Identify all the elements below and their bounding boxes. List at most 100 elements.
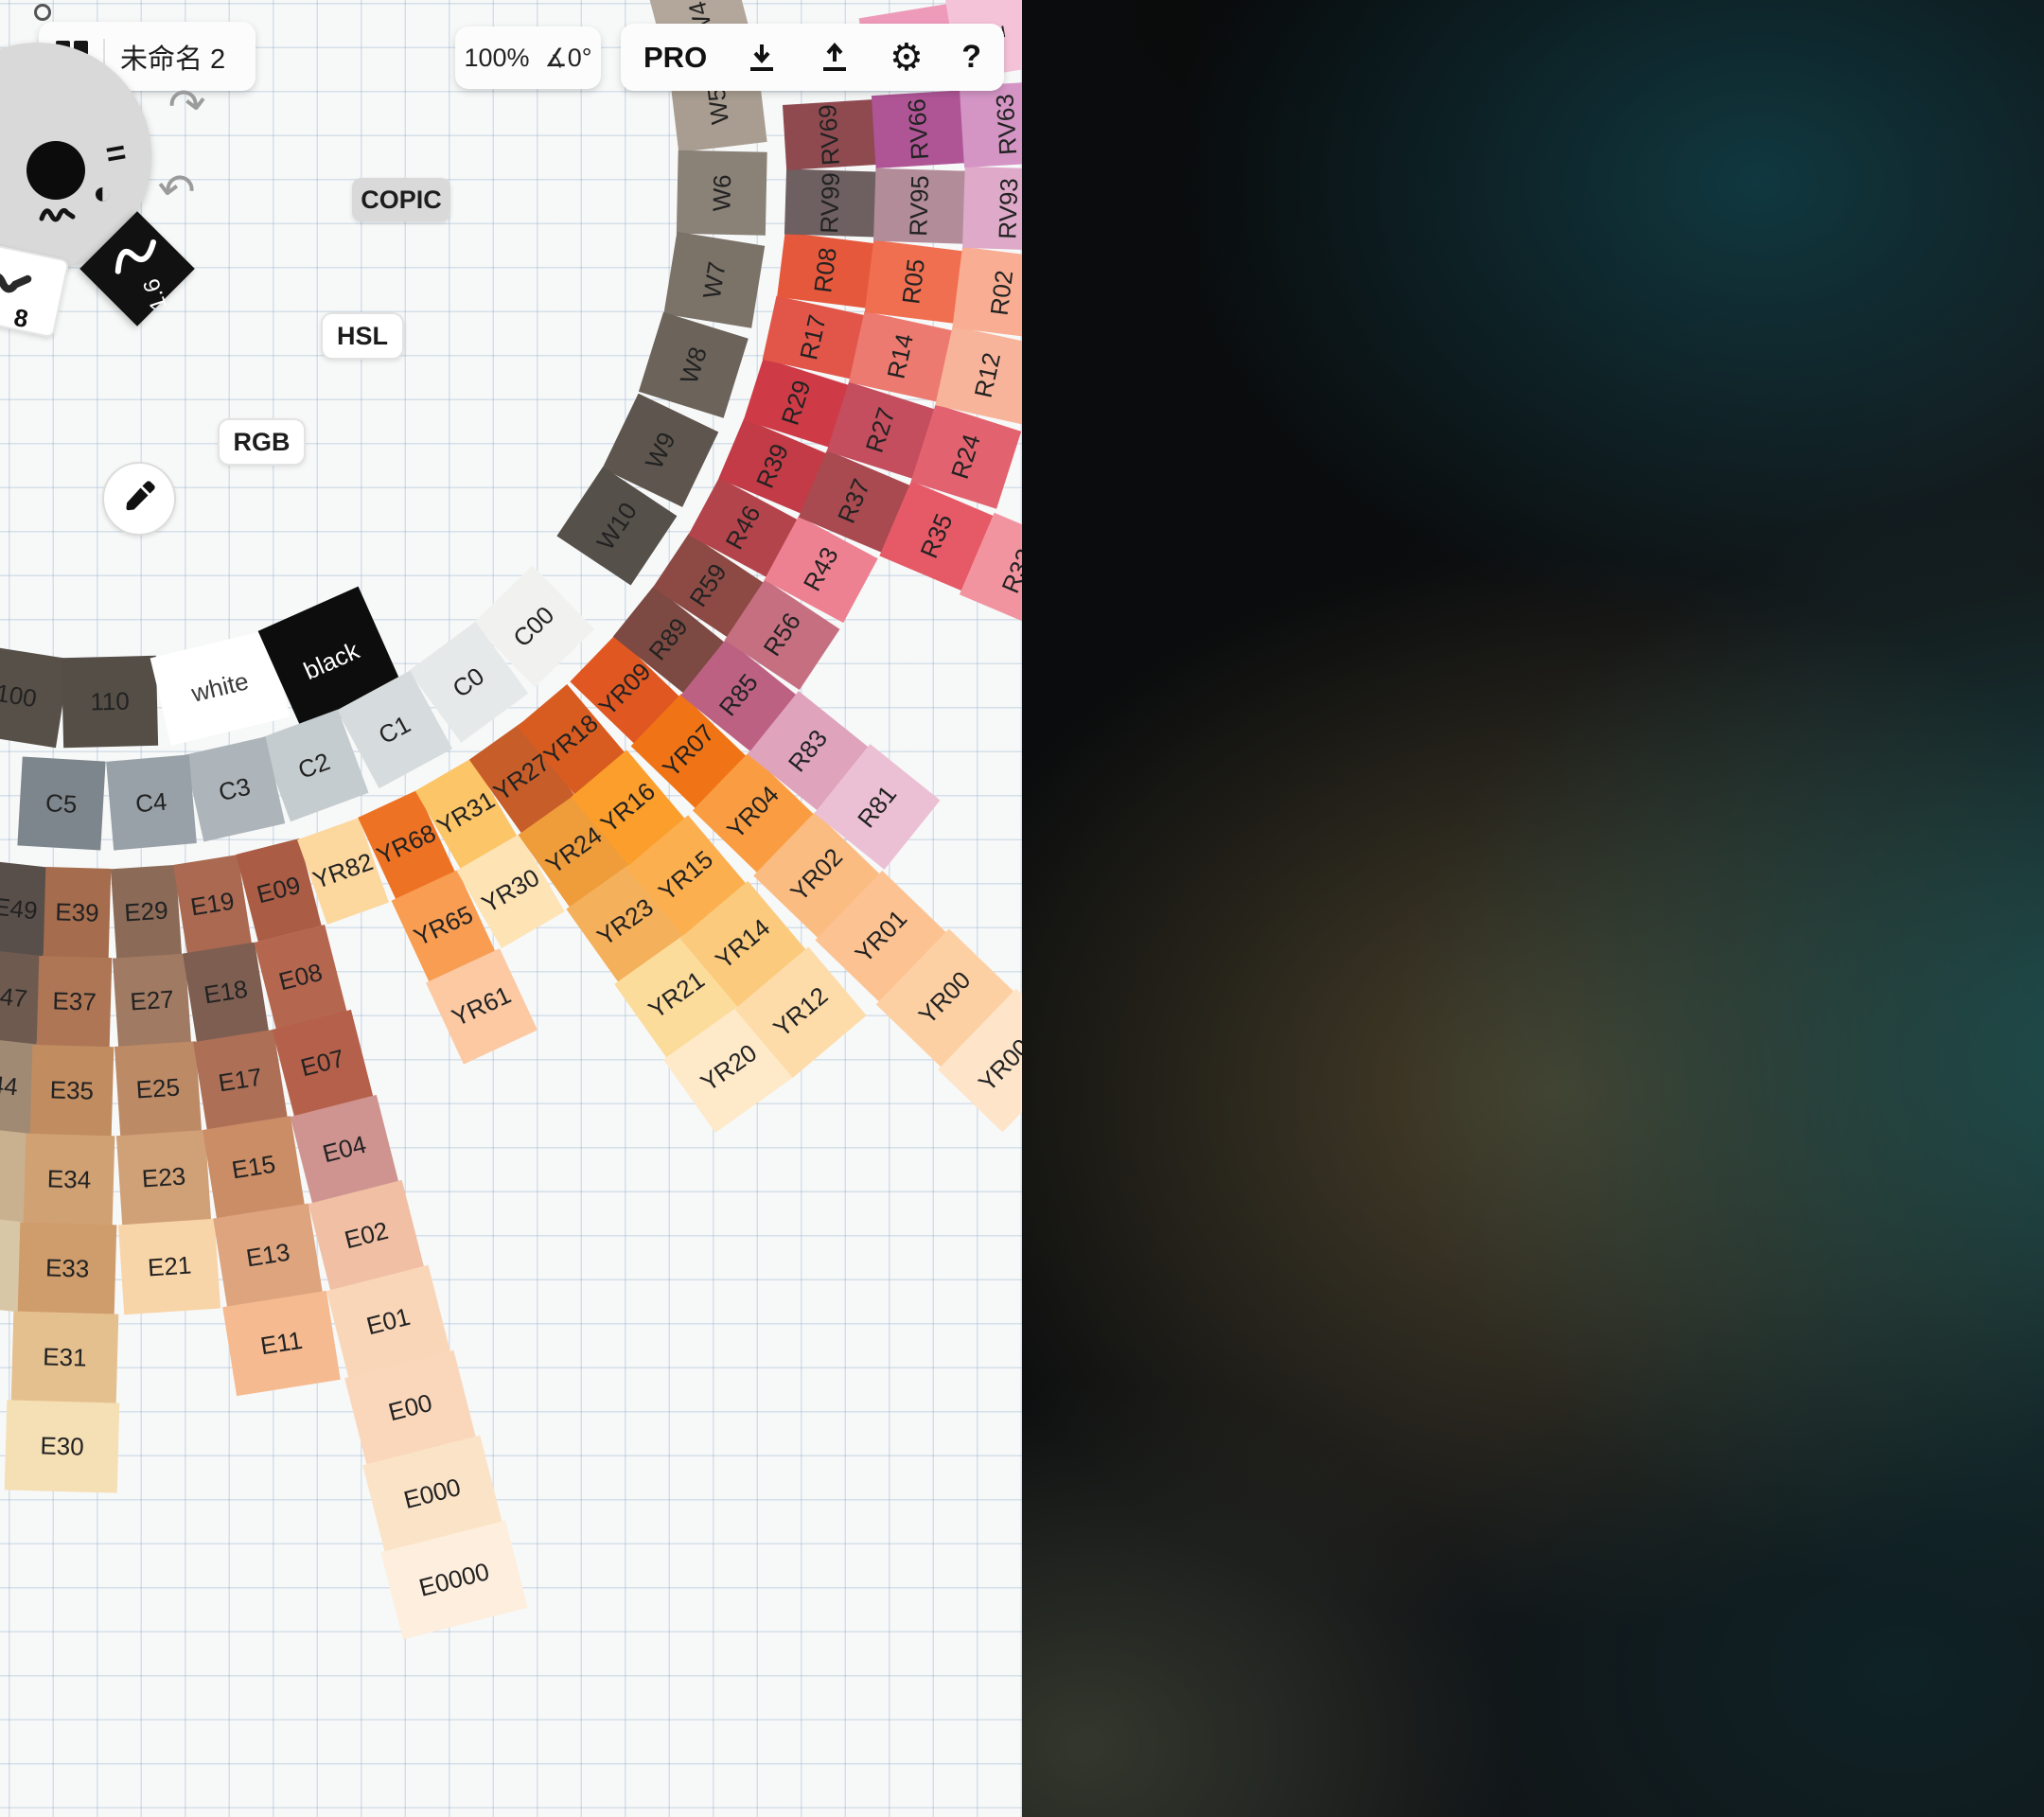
swatch-label: W7 <box>696 259 731 300</box>
copic-swatch-E23[interactable]: E23 <box>116 1130 211 1226</box>
settings-gear-icon[interactable]: ⚙ <box>890 41 924 75</box>
current-color-dot[interactable] <box>26 141 85 200</box>
copic-swatch-E34[interactable]: E34 <box>24 1134 115 1226</box>
copic-swatch-RV95[interactable]: RV95 <box>873 168 965 243</box>
copic-swatch-E15[interactable]: E15 <box>203 1117 305 1220</box>
swatch-label: R17 <box>795 312 834 362</box>
smoothing-icon[interactable] <box>38 202 79 231</box>
copic-swatch-E39[interactable]: E39 <box>44 867 112 959</box>
swatch-label: E27 <box>129 984 174 1016</box>
redo-icon[interactable]: ↷ <box>165 76 210 133</box>
swatch-label: R59 <box>683 558 732 612</box>
help-button[interactable]: ? <box>961 39 981 76</box>
copic-swatch-E17[interactable]: E17 <box>193 1030 288 1131</box>
swatch-label: YR30 <box>477 862 545 919</box>
tool-wheel[interactable]: = ◐ 1.6 8 ↷ ↶ <box>0 43 208 402</box>
copic-swatch-E33[interactable]: E33 <box>17 1223 116 1315</box>
swatch-label: E29 <box>123 895 168 927</box>
swatch-label: E37 <box>52 987 97 1017</box>
swatch-label: R32 <box>996 544 1022 597</box>
swatch-label: YR01 <box>849 904 912 968</box>
swatch-label: R29 <box>775 377 817 429</box>
copic-swatch-C4[interactable]: C4 <box>106 754 196 850</box>
copic-swatch-E31[interactable]: E31 <box>11 1311 118 1403</box>
copic-swatch-E25[interactable]: E25 <box>115 1042 202 1137</box>
zoom-level[interactable]: 100% <box>464 44 529 73</box>
swatch-label: C0 <box>447 662 489 704</box>
copic-swatch-C5[interactable]: C5 <box>18 756 106 850</box>
opacity-icon[interactable]: ◐ <box>93 175 113 212</box>
undo-icon[interactable]: ↶ <box>153 161 199 219</box>
export-icon[interactable] <box>818 41 852 75</box>
swatch-label: E19 <box>188 887 237 923</box>
swatch-label: R39 <box>750 440 795 493</box>
copic-swatch-110[interactable]: 110 <box>62 656 158 748</box>
swatch-label: E000 <box>401 1473 465 1515</box>
copic-swatch-RV66[interactable]: RV66 <box>872 90 966 168</box>
swatch-label: W9 <box>639 428 681 474</box>
copic-swatch-E18[interactable]: E18 <box>183 942 269 1042</box>
swatch-label: E0000 <box>416 1557 493 1603</box>
swatch-label: E15 <box>230 1150 278 1186</box>
eyedropper-icon <box>120 478 158 520</box>
copic-swatch-E29[interactable]: E29 <box>111 865 182 959</box>
swatch-label: E09 <box>254 871 303 909</box>
copic-swatch-RV69[interactable]: RV69 <box>783 99 876 170</box>
swatch-label: W5 <box>701 86 734 126</box>
tab-rgb[interactable]: RGB <box>218 418 306 466</box>
eyedropper-button[interactable] <box>102 462 176 536</box>
swatch-label: R02 <box>984 268 1019 316</box>
tab-copic[interactable]: COPIC <box>352 178 450 221</box>
swatch-label: E11 <box>258 1326 305 1362</box>
rotation-value[interactable]: ∡0° <box>545 44 592 73</box>
swatch-label: YR14 <box>710 912 776 975</box>
copic-swatch-E30[interactable]: E30 <box>5 1400 120 1492</box>
swatch-label: YR12 <box>767 980 834 1043</box>
copic-swatch-E27[interactable]: E27 <box>113 953 191 1048</box>
swatch-label: W8 <box>675 344 714 387</box>
copic-swatch-RV63[interactable]: RV63 <box>960 81 1022 168</box>
swatch-label: E31 <box>43 1342 87 1372</box>
swatch-label: W10 <box>590 497 643 556</box>
swatch-label: YR61 <box>447 980 515 1033</box>
drawing-canvas[interactable]: 100110whiteblackW4W5W6W7W8W9W10C00C0C1C2… <box>0 0 1022 1817</box>
copic-swatch-W6[interactable]: W6 <box>677 150 767 235</box>
swatch-label: C00 <box>507 601 560 654</box>
tab-hsl[interactable]: HSL <box>321 312 404 360</box>
swatch-label: E44 <box>0 1068 19 1103</box>
swatch-label: R89 <box>643 612 695 666</box>
swatch-label: R24 <box>944 431 986 483</box>
swatch-label: R56 <box>758 608 807 662</box>
swatch-label: E13 <box>244 1238 292 1274</box>
copic-swatch-RV99[interactable]: RV99 <box>784 168 876 237</box>
copic-swatch-E35[interactable]: E35 <box>30 1045 114 1137</box>
swatch-label: C5 <box>45 787 79 819</box>
swatch-label: YR09 <box>593 657 657 721</box>
copic-swatch-R08[interactable]: R08 <box>777 233 874 309</box>
copic-swatch-E21[interactable]: E21 <box>118 1219 221 1315</box>
swatch-label: RV95 <box>904 175 935 238</box>
copic-swatch-R02[interactable]: R02 <box>952 247 1022 339</box>
copic-swatch-W7[interactable]: W7 <box>663 232 765 327</box>
copic-swatch-E37[interactable]: E37 <box>37 956 113 1048</box>
copic-swatch-R05[interactable]: R05 <box>864 239 962 323</box>
copic-swatch-RV93[interactable]: RV93 <box>962 167 1022 251</box>
swatch-label: YR07 <box>657 718 720 783</box>
swatch-label: R05 <box>896 257 931 306</box>
swatch-label: E07 <box>298 1043 347 1082</box>
copic-swatch-E13[interactable]: E13 <box>213 1204 323 1308</box>
swatch-label: YR24 <box>540 820 608 880</box>
swatch-label: RV93 <box>993 177 1022 239</box>
swatch-label: E34 <box>47 1164 92 1194</box>
import-icon[interactable] <box>745 41 779 75</box>
pro-button[interactable]: PRO <box>643 41 707 75</box>
swatch-label: 110 <box>90 687 130 717</box>
copic-swatch-E11[interactable]: E11 <box>223 1291 341 1396</box>
swatch-label: E47 <box>0 980 29 1014</box>
swatch-label: YR15 <box>653 845 719 908</box>
canvas-handle-icon[interactable] <box>34 4 51 21</box>
zoom-rotation-card[interactable]: 100% ∡0° <box>455 26 601 89</box>
copic-swatch-100[interactable]: 100 <box>0 644 70 748</box>
swatch-label: YR02 <box>785 842 849 907</box>
swatch-label: E02 <box>342 1216 391 1255</box>
